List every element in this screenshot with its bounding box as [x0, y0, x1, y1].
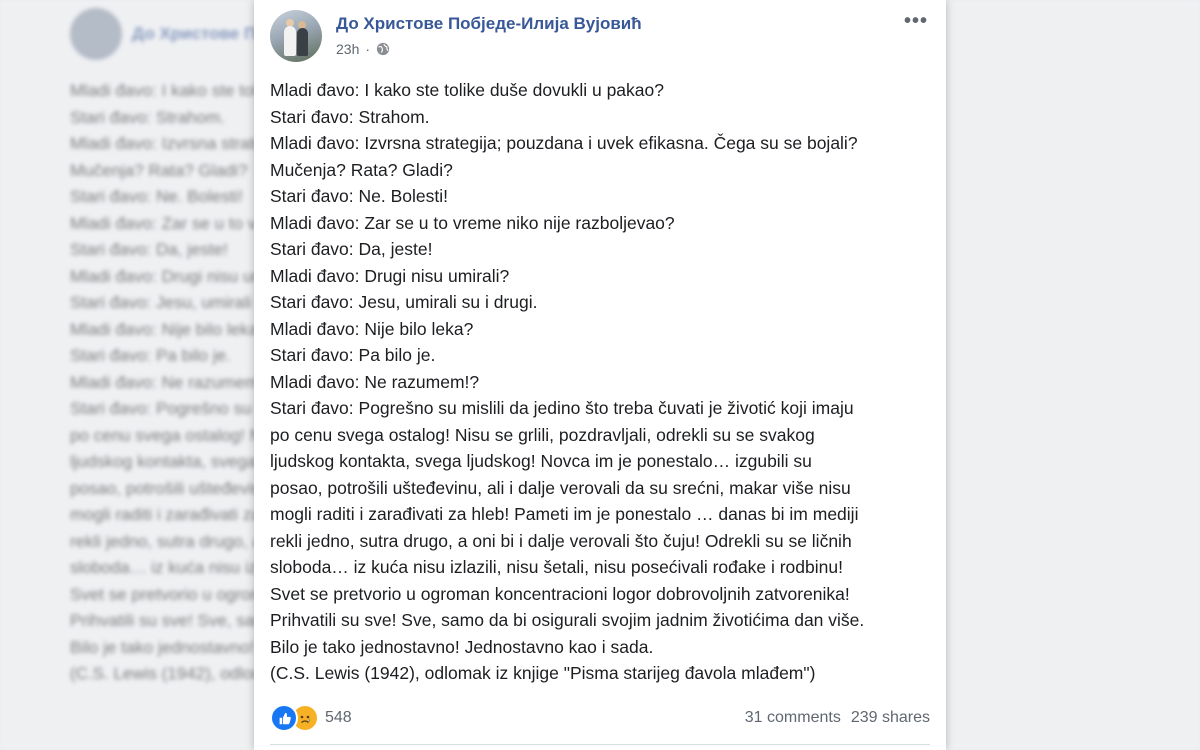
post-text-line: (C.S. Lewis (1942), odlomak iz knjige "P…	[270, 663, 816, 683]
post-text-line: Mladi đavo: Drugi nisu umirali?	[270, 265, 510, 286]
reactions-count: 548	[325, 709, 352, 726]
separator-dot: ·	[365, 41, 371, 57]
post-text-line: posao, potrošili ušteđevinu, ali i dalje…	[270, 477, 851, 498]
post-header: До Христове Побједе-Илија Вујовић 23h ·	[270, 10, 642, 62]
page-name-link[interactable]: До Христове Побједе-Илија Вујовић	[336, 13, 642, 35]
post-text-line: Svet se pretvorio u ogroman koncentracio…	[270, 583, 850, 604]
more-options-icon[interactable]: •••	[904, 10, 928, 33]
post-text-line: ljudskog kontakta, svega ljudskog! Novca…	[270, 451, 812, 471]
like-reaction-icon	[270, 704, 298, 732]
globe-icon	[376, 42, 390, 56]
shares-count-link[interactable]: 239 shares	[851, 709, 930, 727]
post-text-line: Stari đavo: Pa bilo je.	[270, 345, 436, 365]
post-text-line: mogli raditi i zarađivati za hleb! Pamet…	[270, 504, 859, 524]
reactions-summary[interactable]: 548	[270, 704, 352, 732]
post-footer: 548 31 comments 239 shares	[270, 703, 930, 733]
post-card: До Христове Побједе-Илија Вујовић 23h · …	[254, 0, 946, 750]
post-text-line: Mladi đavo: Nije bilo leka?	[270, 318, 474, 339]
post-meta: До Христове Побједе-Илија Вујовић 23h ·	[336, 10, 642, 57]
footer-divider	[270, 744, 930, 745]
post-text-line: Prihvatili su sve! Sve, samo da bi osigu…	[270, 610, 865, 630]
post-text-line: sloboda… iz kuća nisu izlazili, nisu šet…	[270, 557, 843, 577]
post-text-line: Stari đavo: Jesu, umirali su i drugi.	[270, 292, 538, 312]
post-text: Mladi đavo: I kako ste tolike duše dovuk…	[270, 77, 940, 687]
page-avatar[interactable]	[270, 10, 322, 62]
post-text-line: Mladi đavo: Izvrsna strategija; pouzdana…	[270, 133, 858, 153]
post-text-line: Mladi đavo: Zar se u to vreme niko nije …	[270, 212, 675, 233]
post-text-line: Bilo je tako jednostavno! Jednostavno ka…	[270, 636, 654, 657]
bg-avatar	[70, 8, 122, 60]
post-timestamp[interactable]: 23h	[336, 41, 359, 57]
comments-count-link[interactable]: 31 comments	[745, 709, 841, 727]
post-text-line: Mučenja? Rata? Gladi?	[270, 159, 453, 180]
post-text-line: Stari đavo: Pogrešno su mislili da jedin…	[270, 398, 854, 418]
post-text-line: po cenu svega ostalog! Nisu se grlili, p…	[270, 424, 815, 445]
post-subline: 23h ·	[336, 41, 642, 57]
engagement-stats: 31 comments 239 shares	[745, 709, 930, 727]
post-text-line: Stari đavo: Strahom.	[270, 106, 430, 127]
post-text-line: rekli jedno, sutra drugo, a oni bi i dal…	[270, 530, 852, 551]
post-text-line: Mladi đavo: Ne razumem!?	[270, 371, 480, 392]
post-text-line: Mladi đavo: I kako ste tolike duše dovuk…	[270, 80, 664, 100]
post-text-line: Stari đavo: Ne. Bolesti!	[270, 186, 448, 206]
post-text-line: Stari đavo: Da, jeste!	[270, 239, 433, 259]
